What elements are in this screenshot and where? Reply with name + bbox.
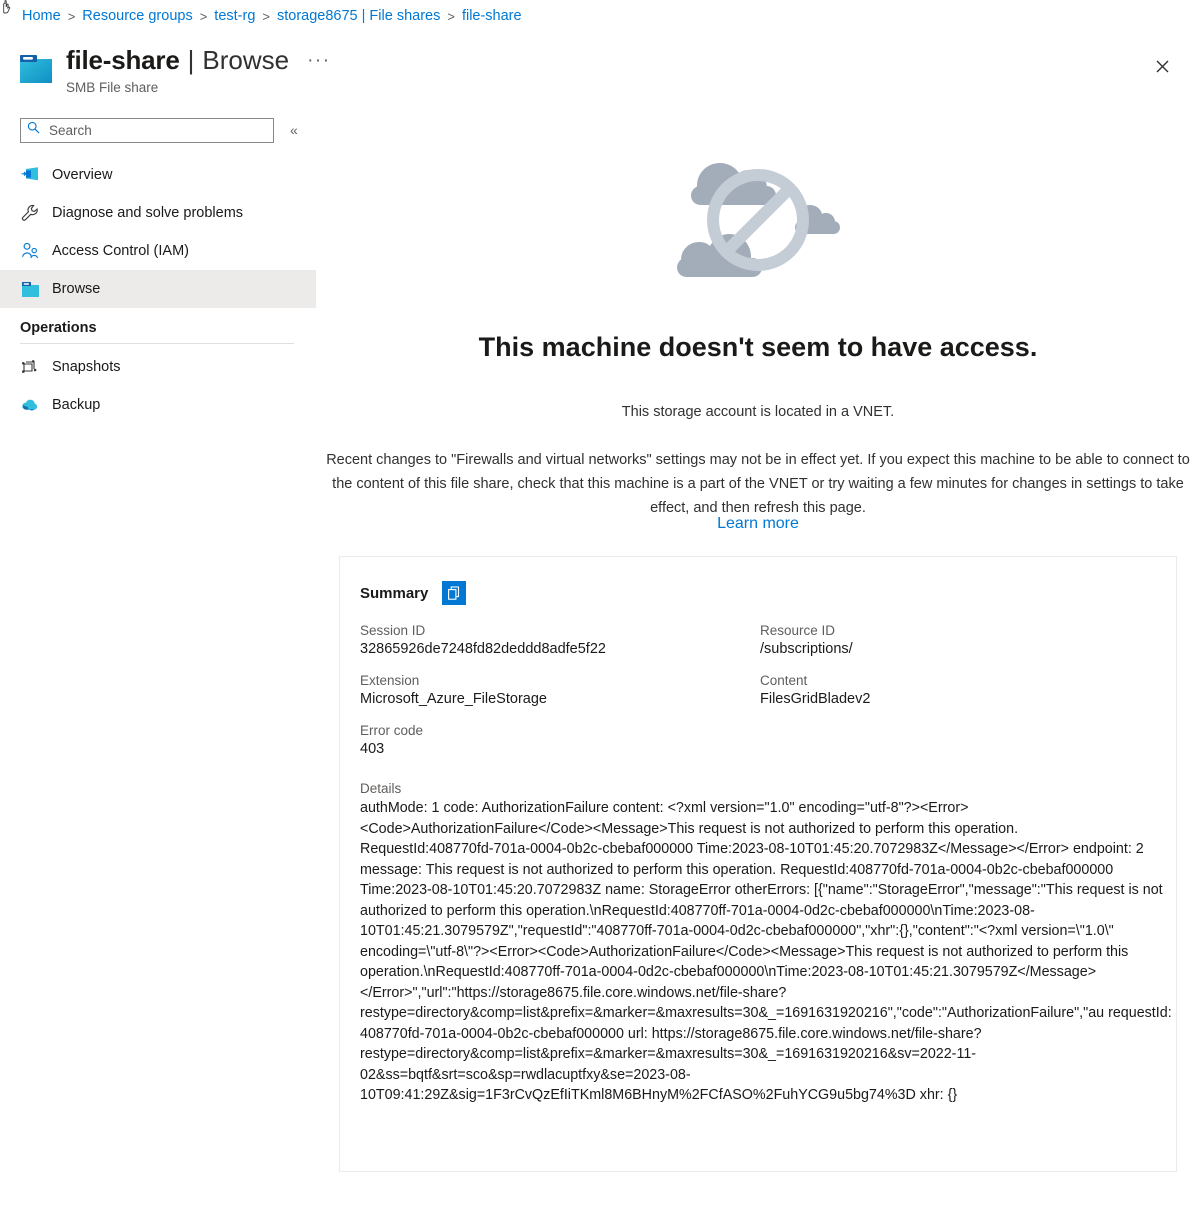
error-body: Recent changes to "Firewalls and virtual… [326, 452, 1190, 516]
summary-panel: Summary Session ID 32865926de7248fd82ded… [339, 556, 1177, 1172]
error-subtitle: This storage account is located in a VNE… [621, 404, 895, 420]
breadcrumb: Home > Resource groups > test-rg > stora… [22, 8, 522, 24]
learn-more-link[interactable]: Learn more [717, 515, 799, 532]
wrench-icon [20, 203, 40, 223]
summary-field-content: Content FilesGridBladev2 [760, 673, 1176, 707]
sidebar-group-operations: Operations [0, 320, 316, 344]
sidebar-item-overview[interactable]: Overview [0, 156, 316, 194]
field-label: Extension [360, 673, 420, 688]
page-title-separator: | [187, 45, 195, 75]
sidebar-item-label: Snapshots [52, 359, 121, 375]
error-title: This machine doesn't seem to have access… [478, 332, 1038, 362]
learn-more-container: Learn more [316, 515, 1200, 533]
snapshots-icon [20, 357, 40, 377]
field-value: Microsoft_Azure_FileStorage [360, 691, 547, 707]
chevron-double-left-icon[interactable]: « [290, 122, 298, 138]
search-input[interactable] [47, 121, 267, 139]
sidebar-item-access-control-iam[interactable]: Access Control (IAM) [0, 232, 316, 270]
search-icon [27, 121, 40, 139]
field-label: Session ID [360, 623, 426, 638]
sidebar-item-label: Browse [52, 281, 101, 297]
sidebar-item-label: Access Control (IAM) [52, 243, 189, 259]
file-share-folder-icon [18, 53, 56, 87]
sidebar-item-browse[interactable]: Browse [0, 270, 316, 308]
search-box[interactable] [20, 117, 274, 143]
sidebar-item-label: Overview [52, 167, 113, 183]
sidebar-item-snapshots[interactable]: Snapshots [0, 348, 316, 386]
sidebar-item-label: Diagnose and solve problems [52, 205, 244, 221]
mouse-cursor-icon [2, 0, 18, 20]
breadcrumb-separator: > [262, 8, 270, 24]
sidebar-search-row: « [20, 117, 316, 143]
field-value: 403 [360, 741, 385, 757]
breadcrumb-item-storage-file-shares[interactable]: storage8675 | File shares [277, 8, 440, 24]
page-title-section: Browse [202, 45, 290, 75]
field-value: /subscriptions/ [760, 641, 853, 657]
sidebar-item-diagnose-and-solve-problems[interactable]: Diagnose and solve problems [0, 194, 316, 232]
summary-header: Summary [340, 557, 1176, 605]
details-label: Details [360, 781, 402, 796]
details-text: authMode: 1 code: AuthorizationFailure c… [360, 800, 1172, 1103]
sidebar-item-label: Backup [52, 397, 101, 413]
field-value: 32865926de7248fd82deddd8adfe5f22 [360, 641, 606, 657]
close-button[interactable] [1146, 50, 1178, 82]
sidebar-item-backup[interactable]: Backup [0, 386, 316, 424]
page-title: file-share | Browse ··· [66, 45, 331, 76]
breadcrumb-item-file-share[interactable]: file-share [462, 8, 522, 24]
breadcrumb-separator: > [447, 8, 455, 24]
summary-title: Summary [360, 584, 429, 602]
breadcrumb-item-resource-groups[interactable]: Resource groups [82, 8, 192, 24]
breadcrumb-separator: > [67, 8, 76, 24]
field-label: Error code [360, 723, 424, 738]
more-menu-button[interactable]: ··· [307, 50, 330, 72]
field-label: Content [760, 673, 808, 688]
sidebar: « Overview Diagnose and solve problems [0, 110, 316, 1211]
folder-icon [20, 279, 40, 299]
summary-fields: Session ID 32865926de7248fd82deddd8adfe5… [340, 605, 1176, 771]
sidebar-group-title: Operations [20, 320, 97, 336]
page-title-resource: file-share [66, 45, 180, 75]
summary-field-resource-id: Resource ID /subscriptions/ [760, 623, 1176, 657]
page-subtitle: SMB File share [66, 80, 159, 95]
summary-field-spacer [760, 723, 1176, 771]
field-value: FilesGridBladev2 [760, 691, 871, 707]
summary-field-extension: Extension Microsoft_Azure_FileStorage [360, 673, 760, 707]
summary-details: Details authMode: 1 code: AuthorizationF… [340, 771, 1176, 1106]
overview-icon [20, 165, 40, 185]
page-header: file-share | Browse ··· SMB File share [0, 42, 1200, 102]
summary-field-error-code: Error code 403 [360, 723, 760, 757]
breadcrumb-separator: > [199, 8, 208, 24]
sidebar-nav: Overview Diagnose and solve problems Acc… [0, 156, 316, 424]
breadcrumb-item-test-rg[interactable]: test-rg [214, 8, 255, 24]
summary-field-session-id: Session ID 32865926de7248fd82deddd8adfe5… [360, 623, 760, 657]
copy-icon[interactable] [442, 581, 467, 605]
main-content: This machine doesn't seem to have access… [316, 110, 1200, 1211]
field-label: Resource ID [760, 623, 836, 638]
no-access-clouds-icon [316, 140, 1200, 300]
breadcrumb-item-home[interactable]: Home [22, 8, 61, 24]
sidebar-group-divider [20, 343, 294, 344]
people-icon [20, 241, 40, 261]
backup-cloud-icon [20, 395, 40, 415]
